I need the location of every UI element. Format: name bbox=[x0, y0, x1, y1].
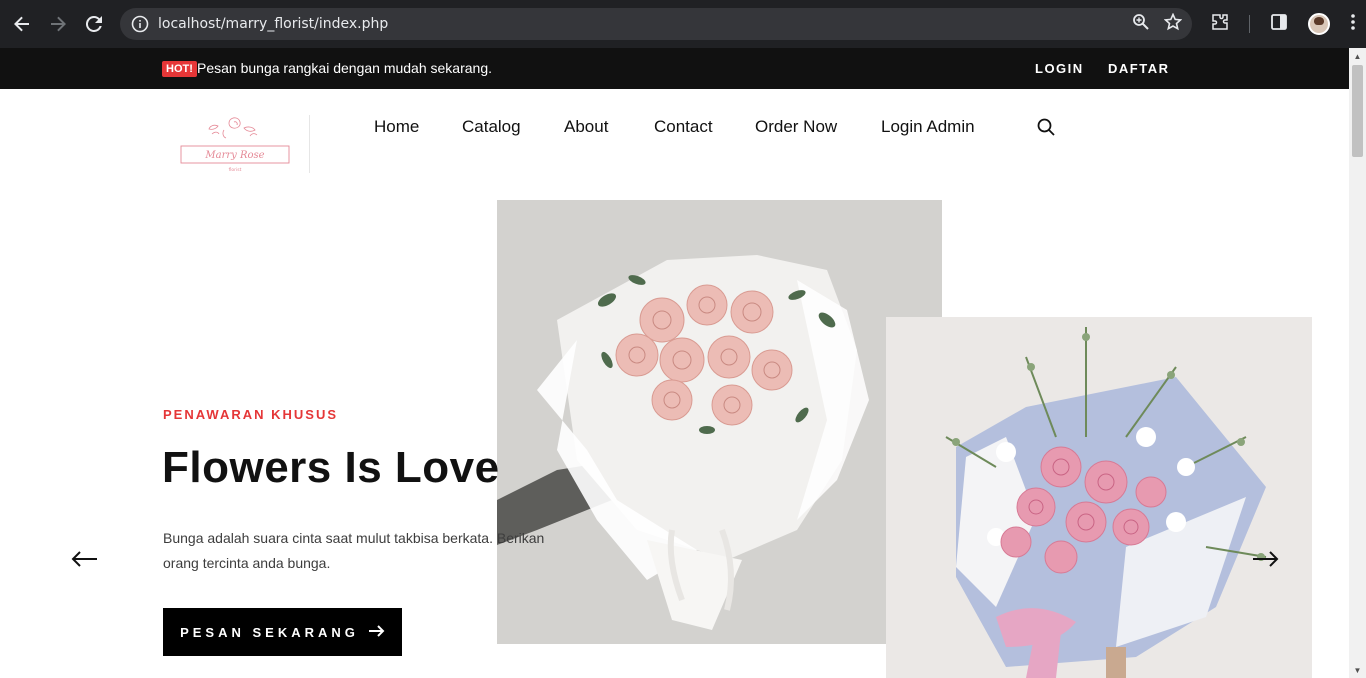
announcement-bar: HOT! Pesan bunga rangkai dengan mudah se… bbox=[0, 48, 1349, 89]
register-link[interactable]: DAFTAR bbox=[1108, 61, 1169, 76]
arrow-right-icon bbox=[368, 624, 385, 640]
site-header: Marry Rose florist Home Catalog About Co… bbox=[0, 89, 1349, 199]
logo[interactable]: Marry Rose florist bbox=[172, 114, 298, 174]
scroll-down-icon[interactable]: ▼ bbox=[1349, 662, 1366, 678]
reload-icon[interactable] bbox=[76, 6, 112, 42]
forward-icon[interactable] bbox=[40, 6, 76, 42]
bookmark-star-icon[interactable] bbox=[1163, 12, 1183, 36]
profile-avatar[interactable] bbox=[1308, 13, 1330, 35]
hero-slider: PENAWARAN KHUSUS Flowers Is Love Bunga a… bbox=[0, 199, 1349, 678]
slider-next-arrow-icon[interactable] bbox=[1252, 549, 1280, 569]
hero-title: Flowers Is Love bbox=[162, 443, 500, 492]
nav-order-now[interactable]: Order Now bbox=[755, 117, 837, 137]
logo-wordmark: Marry Rose bbox=[204, 150, 264, 161]
nav-about[interactable]: About bbox=[564, 117, 608, 137]
side-panel-icon[interactable] bbox=[1270, 13, 1288, 36]
search-icon[interactable] bbox=[1036, 117, 1056, 137]
browser-toolbar: localhost/marry_florist/index.php bbox=[0, 0, 1366, 48]
bouquet-photo-mixed-flowers bbox=[886, 317, 1312, 678]
zoom-icon[interactable] bbox=[1132, 13, 1150, 36]
logo-divider bbox=[309, 115, 310, 173]
order-now-button[interactable]: PESAN SEKARANG bbox=[163, 608, 402, 656]
toolbar-divider bbox=[1249, 15, 1250, 33]
hot-badge: HOT! bbox=[162, 61, 197, 77]
site-info-icon[interactable] bbox=[124, 15, 156, 33]
order-now-button-label: PESAN SEKARANG bbox=[180, 624, 359, 640]
nav-login-admin[interactable]: Login Admin bbox=[881, 117, 975, 137]
url-text[interactable]: localhost/marry_florist/index.php bbox=[158, 16, 388, 32]
back-icon[interactable] bbox=[4, 6, 40, 42]
address-bar[interactable]: localhost/marry_florist/index.php bbox=[120, 8, 1192, 40]
promo-text: Pesan bunga rangkai dengan mudah sekaran… bbox=[197, 60, 492, 76]
nav-catalog[interactable]: Catalog bbox=[462, 117, 521, 137]
hero-kicker: PENAWARAN KHUSUS bbox=[163, 407, 339, 422]
menu-icon[interactable] bbox=[1350, 13, 1356, 36]
hero-description: Bunga adalah suara cinta saat mulut takb… bbox=[163, 530, 545, 571]
scroll-up-icon[interactable]: ▲ bbox=[1349, 48, 1366, 64]
nav-contact[interactable]: Contact bbox=[654, 117, 713, 137]
extensions-icon[interactable] bbox=[1211, 13, 1229, 36]
page-scrollbar[interactable]: ▲ ▼ bbox=[1349, 48, 1366, 678]
logo-subtext: florist bbox=[229, 167, 242, 173]
login-link[interactable]: LOGIN bbox=[1035, 61, 1084, 76]
scroll-thumb[interactable] bbox=[1352, 65, 1363, 157]
nav-home[interactable]: Home bbox=[374, 117, 419, 137]
bouquet-photo-pink-roses bbox=[497, 200, 942, 644]
slider-prev-arrow-icon[interactable] bbox=[70, 549, 98, 569]
